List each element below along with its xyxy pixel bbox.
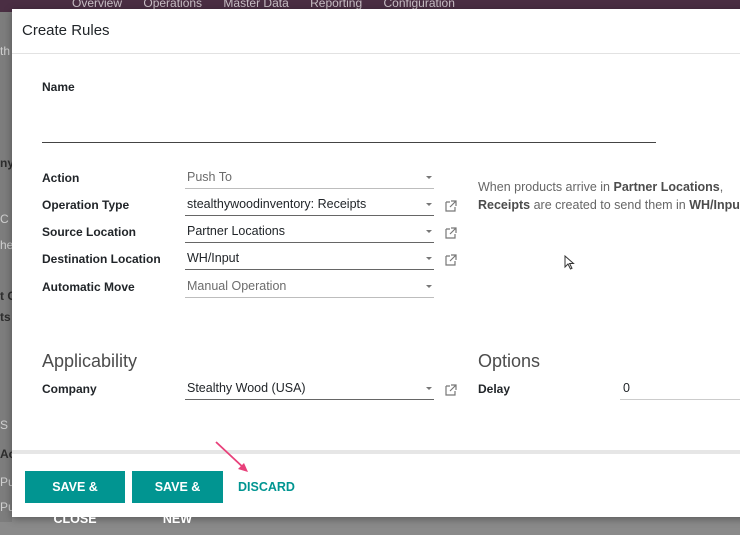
background-text: th	[0, 44, 11, 58]
background-text: ny	[0, 156, 12, 170]
operation-type-label: Operation Type	[42, 198, 130, 212]
source-location-value: Partner Locations	[187, 224, 285, 238]
options-heading: Options	[478, 351, 541, 371]
background-text: C	[0, 212, 9, 226]
pointer-arrow-icon	[215, 441, 248, 472]
save-close-button[interactable]: SAVE & CLOSE	[25, 471, 125, 526]
background-text: Pu	[0, 500, 12, 514]
action-label: Action	[42, 171, 80, 185]
background-text: Ac	[0, 447, 12, 461]
delay-input[interactable]: 0	[620, 379, 740, 400]
dialog-title: Create Rules	[22, 22, 110, 39]
automatic-move-select[interactable]: Manual Operation	[185, 277, 434, 298]
dropdown-caret-icon[interactable]	[426, 257, 432, 260]
help-destination-location: WH/Input	[689, 198, 740, 212]
operation-type-value: stealthywoodinventory: Receipts	[187, 197, 367, 211]
background-text: he	[0, 238, 12, 252]
help-text: are created to send them in	[530, 198, 690, 212]
external-link-icon[interactable]	[444, 226, 458, 240]
help-source-location: Partner Locations	[613, 180, 720, 194]
name-label: Name	[42, 80, 75, 94]
operation-type-select[interactable]: stealthywoodinventory: Receipts	[185, 195, 434, 216]
dropdown-caret-icon[interactable]	[426, 176, 432, 179]
background-text: Pu	[0, 475, 12, 489]
delay-value: 0	[623, 381, 630, 395]
company-select[interactable]: Stealthy Wood (USA)	[185, 379, 434, 400]
background-page-edge	[0, 12, 12, 522]
applicability-heading: Applicability	[42, 351, 138, 371]
mouse-cursor-icon	[564, 255, 575, 270]
help-text: When products arrive in	[478, 180, 614, 194]
external-link-icon[interactable]	[444, 383, 458, 397]
destination-location-label: Destination Location	[42, 252, 161, 266]
background-text: S	[0, 418, 9, 432]
destination-location-select[interactable]: WH/Input	[185, 249, 434, 270]
automatic-move-value: Manual Operation	[187, 279, 287, 293]
action-select[interactable]: Push To	[185, 168, 434, 189]
help-text: ,	[719, 180, 724, 194]
dropdown-caret-icon[interactable]	[426, 387, 432, 390]
dialog-header: Create Rules	[12, 9, 740, 54]
background-text: ts	[0, 310, 11, 324]
help-operation-type: Receipts	[478, 198, 531, 212]
dropdown-caret-icon[interactable]	[426, 203, 432, 206]
background-text: t C	[0, 289, 12, 303]
dropdown-caret-icon[interactable]	[426, 230, 432, 233]
dropdown-caret-icon[interactable]	[426, 285, 432, 288]
external-link-icon[interactable]	[444, 199, 458, 213]
rule-help-text: When products arrive in Partner Location…	[478, 178, 740, 214]
action-value: Push To	[187, 170, 232, 184]
dialog-footer: SAVE & CLOSE SAVE & NEW DISCARD	[12, 450, 740, 526]
name-input[interactable]	[42, 142, 656, 143]
destination-location-value: WH/Input	[187, 251, 240, 265]
delay-label: Delay	[478, 382, 511, 396]
source-location-label: Source Location	[42, 225, 137, 239]
automatic-move-label: Automatic Move	[42, 280, 135, 294]
source-location-select[interactable]: Partner Locations	[185, 222, 434, 243]
company-label: Company	[42, 382, 97, 396]
external-link-icon[interactable]	[444, 253, 458, 267]
company-value: Stealthy Wood (USA)	[187, 381, 306, 395]
create-rules-dialog: Create Rules Name Action Push To Operati…	[12, 9, 740, 526]
